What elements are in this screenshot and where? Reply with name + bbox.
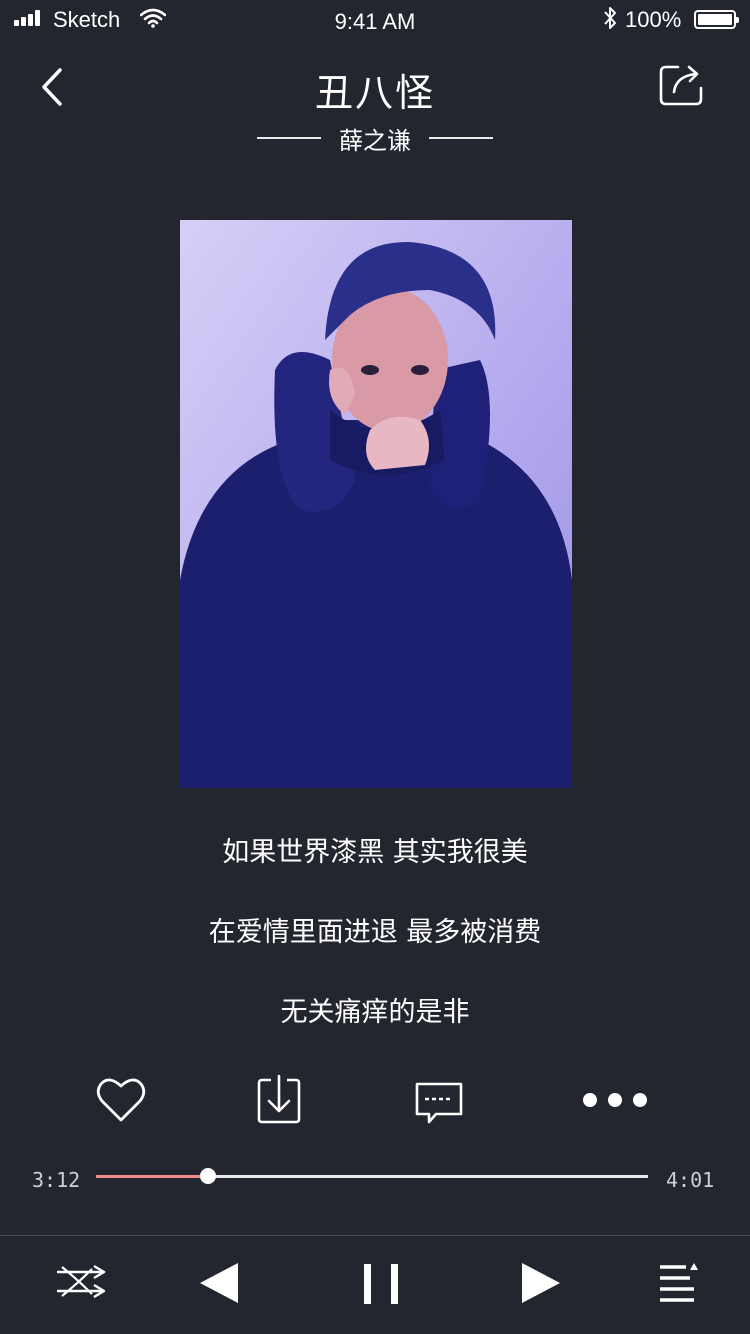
heart-icon[interactable] xyxy=(94,1072,148,1128)
battery-icon xyxy=(694,10,739,29)
album-cover-illustration xyxy=(180,220,572,788)
lyric-line-3: 无关痛痒的是非 xyxy=(280,997,470,1028)
lyric-line-2: 在爱情里面进退 最多被消费 xyxy=(208,917,542,948)
share-button[interactable] xyxy=(654,58,710,110)
status-bar: Sketch 9:41 AM 100% xyxy=(0,0,750,40)
progress-played xyxy=(96,1175,209,1178)
battery-percent: 100% xyxy=(625,7,682,32)
progress-thumb[interactable] xyxy=(200,1168,217,1184)
album-cover xyxy=(180,220,572,788)
divider-line-right xyxy=(429,137,493,139)
comment-icon[interactable] xyxy=(412,1072,466,1128)
total-time: 4:01 xyxy=(666,1168,715,1192)
elapsed-time: 3:12 xyxy=(32,1168,81,1192)
controls-divider xyxy=(0,1235,750,1236)
download-icon[interactable] xyxy=(254,1072,304,1128)
shuffle-icon[interactable] xyxy=(54,1255,108,1311)
pause-icon[interactable] xyxy=(358,1255,404,1311)
more-icon[interactable] xyxy=(580,1072,650,1128)
song-title: 丑八怪 xyxy=(314,71,435,115)
divider-line-left xyxy=(257,137,321,139)
previous-icon[interactable] xyxy=(196,1255,242,1311)
bluetooth-icon xyxy=(604,7,616,29)
playlist-icon[interactable] xyxy=(656,1255,698,1311)
lyric-line-1: 如果世界漆黑 其实我很美 xyxy=(222,837,528,868)
next-icon[interactable] xyxy=(518,1255,564,1311)
artist-name[interactable]: 薛之谦 xyxy=(339,121,411,156)
artist-row: 薛之谦 xyxy=(0,118,750,158)
progress-track[interactable] xyxy=(96,1175,648,1178)
